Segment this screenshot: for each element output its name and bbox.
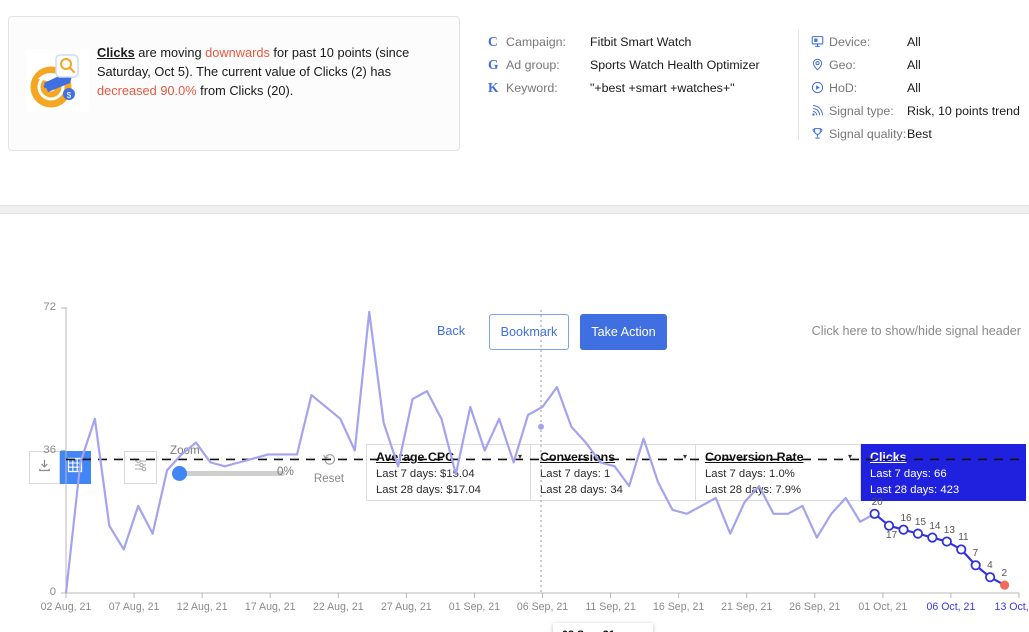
signal-text-mid3: from Clicks (20).: [196, 83, 294, 98]
clicks-line-chart: Clicks Clicks Average: 33.75 08 Sep, 21 …: [0, 300, 1029, 632]
data-point-label: 14: [929, 520, 941, 532]
x-axis-tick: 12 Aug, 21: [176, 601, 228, 613]
x-axis-tick: 13 Oct, 21: [994, 601, 1029, 613]
x-axis-tick: 26 Sep, 21: [789, 601, 841, 613]
detail-row-geo: Geo: All: [811, 53, 1020, 76]
chart-tooltip: 08 Sep, 21 Clicks 42: [553, 623, 653, 632]
detail-row-signal-quality: Signal quality: Best: [811, 122, 1020, 145]
x-axis-tick: 27 Aug, 21: [381, 601, 432, 613]
signal-summary-text: Clicks are moving downwards for past 10 …: [97, 43, 449, 100]
hod-value: All: [907, 80, 921, 95]
campaign-value: Fitbit Smart Watch: [590, 34, 692, 49]
signal-text-mid1: are moving: [134, 45, 206, 60]
x-axis-tick: 16 Sep, 21: [653, 601, 705, 613]
x-axis-tick: 01 Sep, 21: [448, 601, 501, 613]
x-axis-tick: 06 Sep, 21: [516, 601, 569, 613]
svg-text:$: $: [67, 91, 72, 100]
data-point-label: 7: [972, 548, 979, 560]
entity-details-column: C Campaign: Fitbit Smart Watch G Ad grou…: [488, 30, 798, 99]
detail-row-device: Device: All: [811, 30, 1020, 53]
data-point-label: 4: [987, 560, 993, 572]
signal-waves-icon: [811, 103, 829, 119]
adgroup-value: Sports Watch Health Optimizer: [590, 57, 760, 72]
signal-direction: downwards: [205, 45, 270, 60]
x-axis-tick: 06 Oct, 21: [926, 601, 976, 613]
x-axis-tick: 07 Aug, 21: [108, 601, 160, 613]
geo-label: Geo:: [829, 57, 856, 72]
data-point-label: 2: [1001, 568, 1008, 580]
letter-g-icon: G: [488, 56, 499, 72]
hod-label: HoD:: [829, 80, 858, 95]
section-divider: [0, 205, 1029, 214]
detail-row-signal-type: Signal type: Risk, 10 points trend: [811, 99, 1020, 122]
data-point-label: 17: [886, 529, 898, 541]
signal-detail-panel: C Campaign: Fitbit Smart Watch G Ad grou…: [480, 16, 1021, 151]
x-axis-tick: 17 Aug, 21: [244, 601, 296, 613]
signal-summary-card: $ Clicks are moving downwards for past 1…: [8, 16, 460, 151]
detail-row-keyword: K Keyword: "+best +smart +watches+": [488, 76, 798, 99]
y-axis-tick: 72: [43, 301, 56, 313]
signal-detail-page: $ Clicks are moving downwards for past 1…: [0, 0, 1029, 632]
x-axis-tick: 11 Sep, 21: [585, 601, 636, 613]
signal-meta-column: Device: All Geo: All HoD: All Signal typ…: [798, 30, 1020, 141]
campaign-label: Campaign:: [506, 34, 566, 49]
x-axis-tick: 01 Oct, 21: [858, 601, 908, 613]
keyword-label: Keyword:: [506, 80, 558, 95]
detail-row-adgroup: G Ad group: Sports Watch Health Optimize…: [488, 53, 798, 76]
data-point-label: 13: [943, 524, 955, 536]
y-axis-tick: 36: [43, 443, 56, 456]
x-axis-tick: 21 Sep, 21: [721, 601, 773, 613]
action-bar: Back Bookmark Take Action Click here to …: [0, 155, 1029, 350]
geo-value: All: [907, 57, 921, 72]
signal-metric-link[interactable]: Clicks: [97, 45, 135, 60]
adgroup-label: Ad group:: [506, 57, 560, 72]
chart-toolbar: Zoom 0% Reset Average CPC ▾ Last 7 days:…: [0, 214, 1029, 501]
chart-canvas: [61, 307, 1020, 598]
y-axis-tick: 0: [49, 586, 56, 598]
letter-k-icon: K: [488, 79, 499, 95]
target-search-icon: $: [26, 49, 89, 112]
detail-row-hod: HoD: All: [811, 76, 1020, 99]
data-point-label: 16: [900, 512, 912, 524]
data-point-label: 15: [914, 516, 927, 528]
device-value: All: [907, 34, 921, 49]
signal-type-label: Signal type:: [829, 103, 894, 118]
signal-quality-label: Signal quality:: [829, 126, 907, 141]
x-axis-tick: 02 Aug, 21: [40, 601, 92, 613]
device-monitor-icon: [811, 34, 829, 50]
signal-change-value: decreased 90.0%: [97, 83, 197, 98]
data-point-label: 11: [958, 532, 969, 544]
x-axis-tick: 22 Aug, 21: [312, 601, 364, 613]
clock-icon: [811, 80, 829, 96]
signal-quality-value: Best: [907, 126, 932, 141]
keyword-value: "+best +smart +watches+": [590, 80, 735, 95]
letter-c-icon: C: [488, 33, 498, 49]
detail-row-campaign: C Campaign: Fitbit Smart Watch: [488, 30, 798, 53]
device-label: Device:: [829, 34, 871, 49]
location-pin-icon: [811, 57, 829, 73]
signal-type-value: Risk, 10 points trend: [907, 103, 1020, 118]
trophy-icon: [811, 126, 829, 142]
data-point-label: 20: [871, 496, 883, 508]
